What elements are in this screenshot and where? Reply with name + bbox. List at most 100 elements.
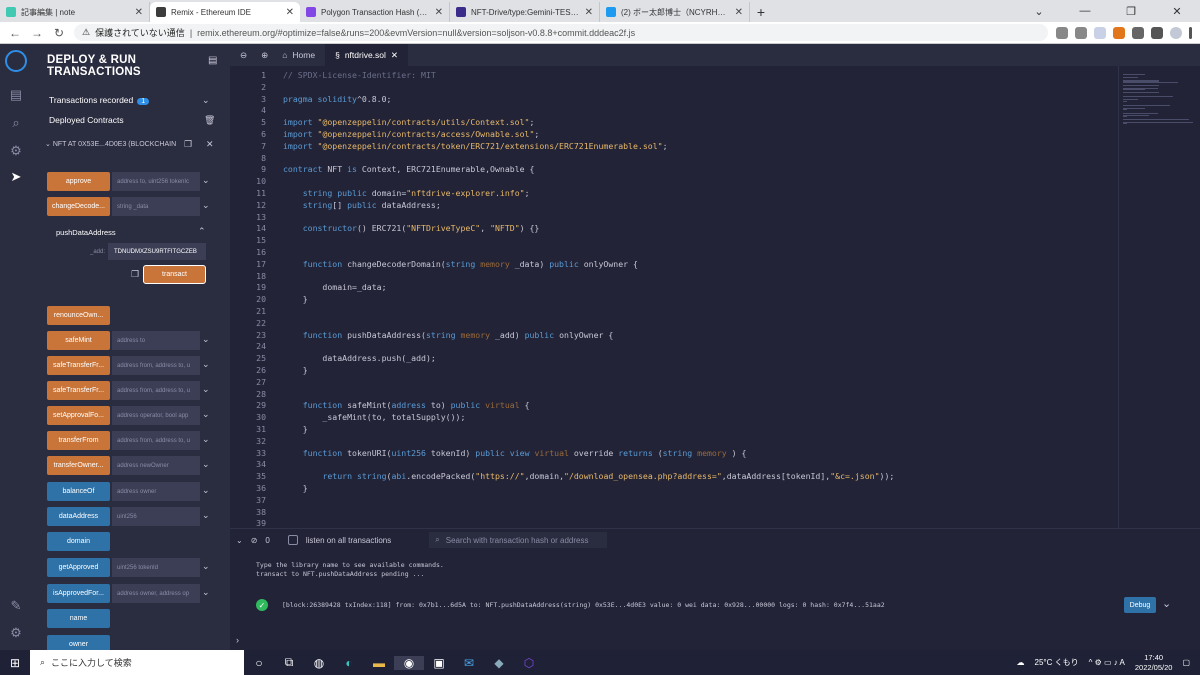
tab-home[interactable]: ⌂ Home	[272, 44, 325, 66]
function-button[interactable]: safeMint	[47, 331, 110, 350]
chevron-down-icon[interactable]: ⌄	[202, 587, 210, 598]
clear-icon[interactable]: ⊘	[251, 536, 258, 545]
code-line[interactable]: import "@openzeppelin/contracts/utils/Co…	[283, 117, 534, 127]
code-line[interactable]: contract NFT is Context, ERC721Enumerabl…	[283, 164, 534, 174]
chevron-down-icon[interactable]: ⌄	[202, 510, 210, 521]
code-line[interactable]: import "@openzeppelin/contracts/access/O…	[283, 129, 539, 139]
edge-icon[interactable]: ◐	[334, 656, 364, 670]
terminal-search-input[interactable]: ⌕ Search with transaction hash or addres…	[429, 532, 608, 548]
code-line[interactable]: }	[283, 483, 308, 493]
chevron-down-icon[interactable]: ⌄	[202, 359, 210, 370]
close-icon[interactable]: ✕	[286, 7, 294, 18]
close-icon[interactable]: ✕	[435, 7, 443, 18]
store-icon[interactable]: ▣	[424, 656, 454, 670]
code-line[interactable]: }	[283, 365, 308, 375]
puzzle-icon[interactable]	[1132, 26, 1144, 39]
function-button[interactable]: transferOwner...	[47, 456, 110, 475]
chevron-up-icon[interactable]: ⌃	[198, 226, 206, 237]
chevron-down-icon[interactable]: ⌄	[202, 200, 210, 211]
search-icon[interactable]: ⌕	[7, 114, 25, 132]
function-args-input[interactable]: uint256	[112, 507, 200, 526]
function-args-input[interactable]: uint256 tokenId	[112, 558, 200, 577]
chevron-down-icon[interactable]: ⌄	[202, 334, 210, 345]
browser-tab[interactable]: 記事編集 | note ✕	[0, 2, 150, 22]
metamask-icon[interactable]	[1113, 26, 1125, 39]
menu-icon[interactable]	[1189, 26, 1192, 39]
docs-icon[interactable]: ▤	[208, 55, 217, 66]
close-icon[interactable]: ✕	[206, 139, 214, 150]
code-line[interactable]: _safeMint(to, totalSupply());	[283, 412, 465, 422]
code-line[interactable]: function safeMint(address to) public vir…	[283, 400, 530, 410]
trash-icon[interactable]: 🗑	[204, 115, 215, 126]
function-button[interactable]: getApproved	[47, 558, 110, 577]
listen-checkbox[interactable]	[287, 535, 298, 545]
zoom-out-icon[interactable]: ⊖	[230, 44, 257, 66]
function-args-input[interactable]: address owner	[112, 482, 200, 501]
chevron-down-icon[interactable]: ⌄	[45, 141, 53, 148]
deploy-icon[interactable]: ➤	[7, 168, 25, 186]
browser-tab[interactable]: Remix - Ethereum IDE ✕	[150, 2, 300, 22]
sidepanel-icon[interactable]	[1151, 26, 1163, 39]
transaction-log[interactable]: [block:26389428 txIndex:118] from: 0x7b1…	[282, 601, 885, 609]
code-line[interactable]: constructor() ERC721("NFTDriveTypeC", "N…	[283, 223, 540, 233]
tray-icons[interactable]: ^ ⚙ ▭ ♪ A	[1089, 658, 1125, 667]
function-button[interactable]: safeTransferFr...	[47, 356, 110, 375]
copy-icon[interactable]: ❐	[131, 269, 139, 280]
code-line[interactable]: function tokenURI(uint256 tokenId) publi…	[283, 448, 747, 458]
prompt-icon[interactable]: ›	[236, 635, 239, 645]
code-line[interactable]: function pushDataAddress(string memory _…	[283, 330, 614, 340]
function-button[interactable]: isApprovedFor...	[47, 584, 110, 603]
cortana-icon[interactable]: ○	[244, 656, 274, 670]
function-args-input[interactable]: address to	[112, 331, 200, 350]
back-icon[interactable]: ←	[8, 26, 22, 40]
zoom-in-icon[interactable]: ⊕	[257, 44, 272, 66]
function-button[interactable]: transferFrom	[47, 431, 110, 450]
code-line[interactable]: dataAddress.push(_add);	[283, 353, 435, 363]
code-line[interactable]: }	[283, 294, 308, 304]
file-explorer-icon[interactable]: ▤	[7, 86, 25, 104]
minimap[interactable]	[1118, 66, 1196, 528]
dell-icon[interactable]: ◍	[304, 656, 334, 670]
function-button[interactable]: dataAddress	[47, 507, 110, 526]
chevron-down-icon[interactable]: ⌄	[202, 485, 210, 496]
chevron-down-icon[interactable]: ⌄	[202, 175, 210, 186]
weather-text[interactable]: 25°C くもり	[1035, 657, 1079, 668]
avatar[interactable]	[1170, 26, 1182, 39]
function-args-input[interactable]: address owner, address op	[112, 584, 200, 603]
task-view-icon[interactable]: ⧉	[274, 655, 304, 670]
code-line[interactable]: import "@openzeppelin/contracts/token/ER…	[283, 141, 668, 151]
function-button[interactable]: setApprovalFo...	[47, 406, 110, 425]
collapse-icon[interactable]: ⌄	[236, 536, 243, 545]
code-line[interactable]: pragma solidity^0.8.0;	[283, 94, 391, 104]
function-args-input[interactable]: address to, uint256 tokenIc	[112, 172, 200, 191]
chevron-down-icon[interactable]: ⌄	[202, 434, 210, 445]
copy-icon[interactable]: ❐	[184, 139, 192, 150]
settings-icon[interactable]: ⚙	[7, 624, 25, 642]
code-line[interactable]: return string(abi.encodePacked("https://…	[283, 471, 894, 481]
star-icon[interactable]	[1075, 26, 1087, 39]
code-line[interactable]: function changeDecoderDomain(string memo…	[283, 259, 638, 269]
chevron-down-icon[interactable]: ⌄	[202, 459, 210, 470]
close-icon[interactable]: ✕	[735, 7, 743, 18]
function-args-input[interactable]: address from, address to, u	[112, 381, 200, 400]
transact-button[interactable]: transact	[143, 265, 206, 284]
url-field[interactable]: ⚠ 保護されていない通信 | remix.ethereum.org/#optim…	[74, 24, 1048, 41]
chevron-down-icon[interactable]: ⌄	[202, 95, 210, 106]
polygon-app-icon[interactable]: ⬡	[514, 656, 544, 670]
clock[interactable]: 17:40 2022/05/20	[1135, 653, 1173, 673]
function-args-input[interactable]: address from, address to, u	[112, 356, 200, 375]
plugin-icon[interactable]: ✎	[7, 597, 25, 615]
code-line[interactable]: }	[283, 424, 308, 434]
function-args-input[interactable]: address from, address to, u	[112, 431, 200, 450]
function-args-input[interactable]: address newOwner	[112, 456, 200, 475]
close-icon[interactable]: ✕	[135, 7, 143, 18]
share-icon[interactable]	[1056, 26, 1068, 39]
function-button[interactable]: domain	[47, 532, 110, 551]
deployed-contract-row[interactable]: ⌄ NFT AT 0X53E...4D0E3 (BLOCKCHAIN	[45, 140, 176, 148]
code-line[interactable]: string public domain="nftdrive-explorer.…	[283, 188, 530, 198]
function-button[interactable]: changeDecode...	[47, 197, 110, 216]
browser-tab[interactable]: Polygon Transaction Hash (Txhas ✕	[300, 2, 450, 22]
remix-logo-icon[interactable]	[5, 50, 27, 72]
function-args-input[interactable]: address operator, bool app	[112, 406, 200, 425]
param-input[interactable]: TDNUDMXZSU9RTFITGCZEB	[108, 243, 206, 260]
